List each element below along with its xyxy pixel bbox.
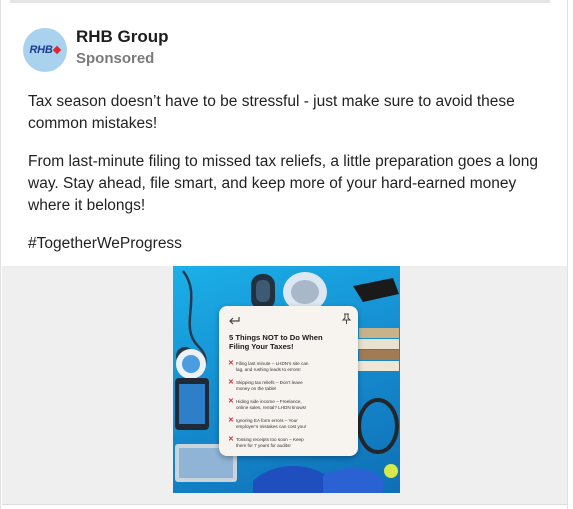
sponsored-label: Sponsored [76, 50, 155, 67]
avatar[interactable]: RHB [23, 28, 67, 72]
cross-icon: ✕ [228, 436, 234, 443]
back-arrow-icon [229, 317, 240, 325]
note-title: 5 Things NOT to Do When Filing Your Taxe… [229, 333, 351, 351]
brand-logo-text: RHB [29, 44, 53, 56]
cross-icon: ✕ [228, 398, 234, 405]
card-border [0, 0, 1, 509]
note-title-line: Filing Your Taxes! [229, 342, 294, 351]
cross-icon: ✕ [228, 360, 234, 367]
post-text-line: way. Stay ahead, file smart, and keep mo… [28, 175, 517, 192]
divider [10, 0, 550, 3]
post-text-line: where it belongs! [28, 197, 146, 214]
post-text-line: Tax season doesn’t have to be stressful … [28, 93, 515, 110]
post-text-line: From last-minute filing to missed tax re… [28, 153, 539, 170]
brand-diamond-icon [53, 45, 62, 55]
post-header: RHB RHB Group Sponsored [23, 26, 169, 72]
note-item: ✕ Ignoring EA form errors – Your employer… [228, 417, 307, 430]
cross-icon: ✕ [228, 417, 234, 424]
note-item: ✕ Filing last minute – LHDN’s site can la… [228, 360, 309, 373]
post-meta: RHB Group Sponsored [76, 26, 169, 69]
card-border [567, 0, 568, 509]
note-item: ✕ Tossing receipts too soon – Keep them f… [228, 436, 304, 449]
note-item: ✕ Skipping tax reliefs – Don’t leave mone… [228, 379, 303, 392]
hashtag-link[interactable]: #TogetherWeProgress [28, 233, 548, 255]
note-item: ✕ Hiding side income – Freelance, online … [228, 398, 307, 411]
post-text: Tax season doesn’t have to be stressful … [28, 91, 548, 255]
post-image[interactable]: 5 Things NOT to Do When Filing Your Taxe… [173, 266, 400, 493]
cross-icon: ✕ [228, 379, 234, 386]
pin-icon [342, 313, 351, 324]
author-name[interactable]: RHB Group [76, 27, 169, 47]
post-text-line: common mistakes! [28, 115, 158, 132]
tips-note-card: 5 Things NOT to Do When Filing Your Taxe… [219, 306, 358, 456]
divider [2, 504, 567, 505]
note-title-line: 5 Things NOT to Do When [229, 333, 323, 342]
